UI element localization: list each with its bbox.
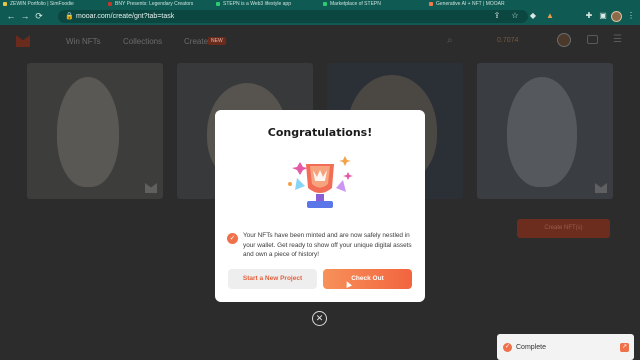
- trophy-icon: [288, 156, 353, 208]
- check-icon: ✓: [227, 233, 238, 244]
- nft-card[interactable]: [27, 63, 163, 199]
- sidebar-panel-icon[interactable]: ▣: [598, 11, 608, 21]
- tab-label: Marketplace of STEPN: [330, 1, 381, 7]
- congratulations-modal: Congratulations! ✓ Your NFTs have been m…: [215, 110, 425, 302]
- search-icon[interactable]: ⌕: [447, 35, 453, 46]
- confetti-icon: [295, 178, 305, 190]
- nft-image: [57, 77, 119, 187]
- bookmark-star-icon[interactable]: ☆: [510, 11, 520, 21]
- reload-icon[interactable]: ⟳: [34, 11, 44, 21]
- nft-image: [507, 77, 577, 187]
- tab-label: STEPN is a Web3 lifestyle app: [223, 1, 291, 7]
- nft-card[interactable]: [477, 63, 613, 199]
- extension-icon[interactable]: ◆: [528, 11, 538, 21]
- menu-icon[interactable]: ☰: [613, 34, 622, 45]
- toast-label: Complete: [516, 344, 546, 351]
- browser-menu-icon[interactable]: ⋮: [626, 11, 636, 21]
- sparkle-icon: [339, 156, 351, 166]
- tab-favicon-icon: [216, 2, 220, 6]
- wallet-icon[interactable]: [587, 35, 598, 44]
- trophy-illustration: [270, 150, 370, 220]
- create-nfts-button[interactable]: Create NFT(s): [517, 219, 610, 238]
- nav-win-nfts[interactable]: Win NFTs: [66, 37, 101, 46]
- external-link-icon[interactable]: ↗: [620, 343, 629, 352]
- tab-favicon-icon: [3, 2, 7, 6]
- wallet-balance: 0.7074: [497, 37, 519, 44]
- puzzle-extensions-icon[interactable]: ✚: [584, 11, 594, 21]
- check-out-button[interactable]: Check Out: [323, 269, 412, 289]
- sparkle-icon: [343, 172, 353, 180]
- mooar-watermark-icon: [595, 183, 607, 193]
- share-icon[interactable]: ⇪: [492, 11, 502, 21]
- metamask-icon[interactable]: ▲: [545, 11, 555, 21]
- tab-label: ZEWIN Portfolio | SimFoodie: [10, 1, 74, 7]
- tab-favicon-icon: [323, 2, 327, 6]
- address-bar[interactable]: 🔒 mooar.com/create/gnt?tab=task: [58, 10, 528, 23]
- nav-create[interactable]: Create: [184, 37, 208, 46]
- tab-favicon-icon: [429, 2, 433, 6]
- browser-tab[interactable]: Marketplace of STEPN: [322, 0, 414, 8]
- success-message: Your NFTs have been minted and are now s…: [243, 232, 412, 258]
- confetti-icon: [336, 180, 346, 192]
- mooar-watermark-icon: [145, 183, 157, 193]
- trophy-base-icon: [307, 201, 333, 208]
- modal-title: Congratulations!: [267, 126, 373, 139]
- nav-collections[interactable]: Collections: [123, 37, 162, 46]
- browser-tab-active[interactable]: Generative AI + NFT | MOOAR: [428, 0, 524, 8]
- browser-toolbar: ← → ⟳ 🔒 mooar.com/create/gnt?tab=task ⇪ …: [0, 8, 640, 25]
- check-icon: ✓: [503, 343, 512, 352]
- forward-arrow-icon[interactable]: →: [20, 11, 30, 21]
- tab-favicon-icon: [108, 2, 112, 6]
- complete-toast: ✓ Complete ↗: [497, 334, 634, 360]
- lock-icon: 🔒: [65, 13, 74, 20]
- tab-label: Generative AI + NFT | MOOAR: [436, 1, 505, 7]
- browser-tab[interactable]: ZEWIN Portfolio | SimFoodie: [2, 0, 100, 8]
- browser-tab[interactable]: STEPN is a Web3 lifestyle app: [215, 0, 315, 8]
- url-text: mooar.com/create/gnt?tab=task: [76, 13, 175, 20]
- trophy-stem-icon: [316, 194, 324, 201]
- create-new-badge: NEW: [208, 37, 226, 45]
- user-avatar[interactable]: [557, 33, 571, 47]
- back-arrow-icon[interactable]: ←: [6, 11, 16, 21]
- mooar-logo-icon[interactable]: [16, 35, 30, 47]
- sparkle-icon: [292, 162, 308, 175]
- profile-avatar[interactable]: [611, 11, 622, 22]
- tab-label: BNY Presents: Legendary Creators: [115, 1, 194, 7]
- start-new-project-button[interactable]: Start a New Project: [228, 269, 317, 289]
- browser-tab[interactable]: BNY Presents: Legendary Creators: [107, 0, 207, 8]
- browser-tab-strip: ZEWIN Portfolio | SimFoodie BNY Presents…: [0, 0, 640, 8]
- sparkle-icon: [288, 182, 292, 186]
- close-modal-icon[interactable]: ✕: [312, 311, 327, 326]
